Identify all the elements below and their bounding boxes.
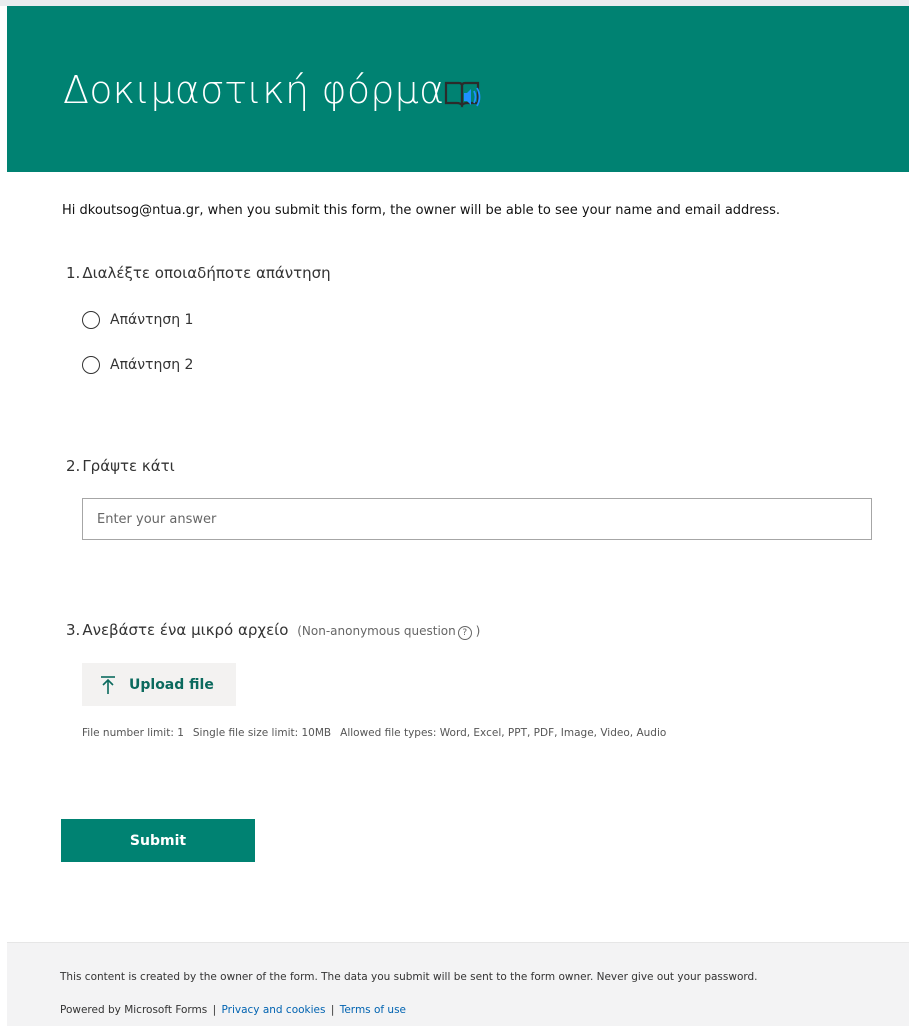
upload-file-label: Upload file [129, 676, 214, 693]
form-title: Δοκιμαστική φόρμα [63, 68, 445, 112]
option-label: Απάντηση 2 [110, 357, 194, 373]
question-3-title: 3. Ανεβάστε ένα μικρό αρχείο (Non-anonymo… [66, 621, 480, 640]
footer-disclaimer: This content is created by the owner of … [60, 971, 758, 983]
radio-button[interactable] [82, 311, 100, 329]
terms-link[interactable]: Terms of use [340, 1004, 406, 1016]
submit-button[interactable]: Submit [61, 819, 255, 862]
question-3-number: 3. [66, 621, 81, 639]
answer-input[interactable] [82, 498, 872, 540]
upload-file-button[interactable]: Upload file [82, 663, 236, 706]
immersive-reader-icon[interactable] [443, 79, 483, 113]
question-2-title: 2. Γράψτε κάτι [66, 457, 175, 475]
file-limits: File number limit: 1 Single file size lim… [82, 727, 675, 739]
non-anonymous-note: (Non-anonymous question? ) [297, 624, 481, 640]
question-1-number: 1. [66, 264, 81, 282]
respondent-notice: Hi dkoutsog@ntua.gr, when you submit thi… [62, 203, 781, 218]
question-1-option-2[interactable]: Απάντηση 2 [82, 354, 193, 376]
upload-arrow-icon [101, 675, 115, 694]
link-separator: | [212, 1004, 217, 1016]
footer-links: Powered by Microsoft Forms | Privacy and… [60, 1004, 406, 1016]
question-2-text: Γράψτε κάτι [82, 457, 175, 475]
footer: This content is created by the owner of … [7, 942, 909, 1026]
question-1-title: 1. Διαλέξτε οποιαδήποτε απάντηση [66, 264, 331, 282]
link-separator: | [330, 1004, 335, 1016]
file-number-limit: File number limit: 1 [82, 727, 184, 739]
powered-by: Powered by Microsoft Forms [60, 1004, 208, 1016]
help-icon[interactable]: ? [457, 626, 472, 640]
question-3-text: Ανεβάστε ένα μικρό αρχείο [82, 621, 289, 639]
option-label: Απάντηση 1 [110, 312, 194, 328]
question-1-option-1[interactable]: Απάντηση 1 [82, 309, 193, 331]
question-2-number: 2. [66, 457, 81, 475]
question-1-text: Διαλέξτε οποιαδήποτε απάντηση [82, 264, 331, 282]
allowed-file-types: Allowed file types: Word, Excel, PPT, PD… [340, 727, 667, 739]
file-size-limit: Single file size limit: 10MB [192, 727, 332, 739]
radio-button[interactable] [82, 356, 100, 374]
privacy-link[interactable]: Privacy and cookies [221, 1004, 325, 1016]
form-header: Δοκιμαστική φόρμα [7, 6, 909, 172]
